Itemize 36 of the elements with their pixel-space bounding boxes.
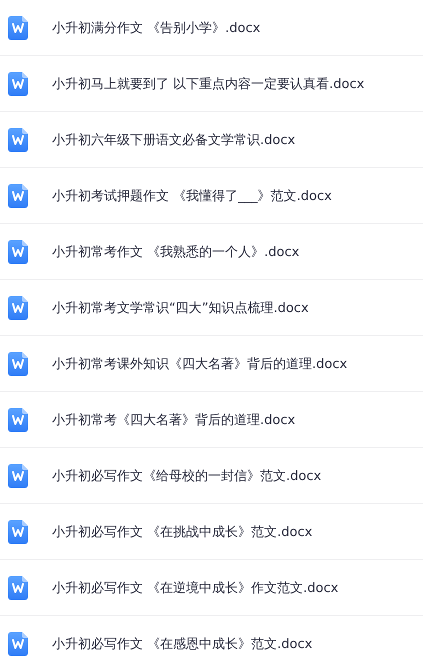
file-name: 小升初常考课外知识《四大名著》背后的道理.docx: [52, 356, 348, 372]
word-document-icon: [8, 128, 28, 152]
file-name: 小升初必写作文 《在挑战中成长》范文.docx: [52, 524, 312, 540]
word-document-icon: [8, 296, 28, 320]
file-row[interactable]: 小升初必写作文 《在挑战中成长》范文.docx: [0, 504, 423, 560]
word-document-icon: [8, 464, 28, 488]
file-name: 小升初常考文学常识“四大”知识点梳理.docx: [52, 300, 309, 316]
file-name: 小升初六年级下册语文必备文学常识.docx: [52, 132, 296, 148]
file-row[interactable]: 小升初马上就要到了 以下重点内容一定要认真看.docx: [0, 56, 423, 112]
file-row[interactable]: 小升初必写作文 《在逆境中成长》作文范文.docx: [0, 560, 423, 616]
file-name: 小升初马上就要到了 以下重点内容一定要认真看.docx: [52, 76, 364, 92]
file-name: 小升初常考《四大名著》背后的道理.docx: [52, 412, 296, 428]
file-name: 小升初常考作文 《我熟悉的一个人》.docx: [52, 244, 300, 260]
word-document-icon: [8, 632, 28, 656]
file-row[interactable]: 小升初常考文学常识“四大”知识点梳理.docx: [0, 280, 423, 336]
word-document-icon: [8, 240, 28, 264]
file-name: 小升初必写作文《给母校的一封信》范文.docx: [52, 468, 322, 484]
word-document-icon: [8, 72, 28, 96]
file-row[interactable]: 小升初满分作文 《告别小学》.docx: [0, 0, 423, 56]
file-row[interactable]: 小升初必写作文《给母校的一封信》范文.docx: [0, 448, 423, 504]
word-document-icon: [8, 520, 28, 544]
word-document-icon: [8, 16, 28, 40]
file-row[interactable]: 小升初常考课外知识《四大名著》背后的道理.docx: [0, 336, 423, 392]
file-row[interactable]: 小升初六年级下册语文必备文学常识.docx: [0, 112, 423, 168]
file-name: 小升初必写作文 《在感恩中成长》范文.docx: [52, 636, 312, 652]
word-document-icon: [8, 352, 28, 376]
word-document-icon: [8, 408, 28, 432]
file-name: 小升初满分作文 《告别小学》.docx: [52, 20, 260, 36]
file-row[interactable]: 小升初必写作文 《在感恩中成长》范文.docx: [0, 616, 423, 664]
file-name: 小升初考试押题作文 《我懂得了___》范文.docx: [52, 188, 332, 204]
file-row[interactable]: 小升初考试押题作文 《我懂得了___》范文.docx: [0, 168, 423, 224]
file-name: 小升初必写作文 《在逆境中成长》作文范文.docx: [52, 580, 338, 596]
file-row[interactable]: 小升初常考作文 《我熟悉的一个人》.docx: [0, 224, 423, 280]
file-row[interactable]: 小升初常考《四大名著》背后的道理.docx: [0, 392, 423, 448]
word-document-icon: [8, 576, 28, 600]
word-document-icon: [8, 184, 28, 208]
